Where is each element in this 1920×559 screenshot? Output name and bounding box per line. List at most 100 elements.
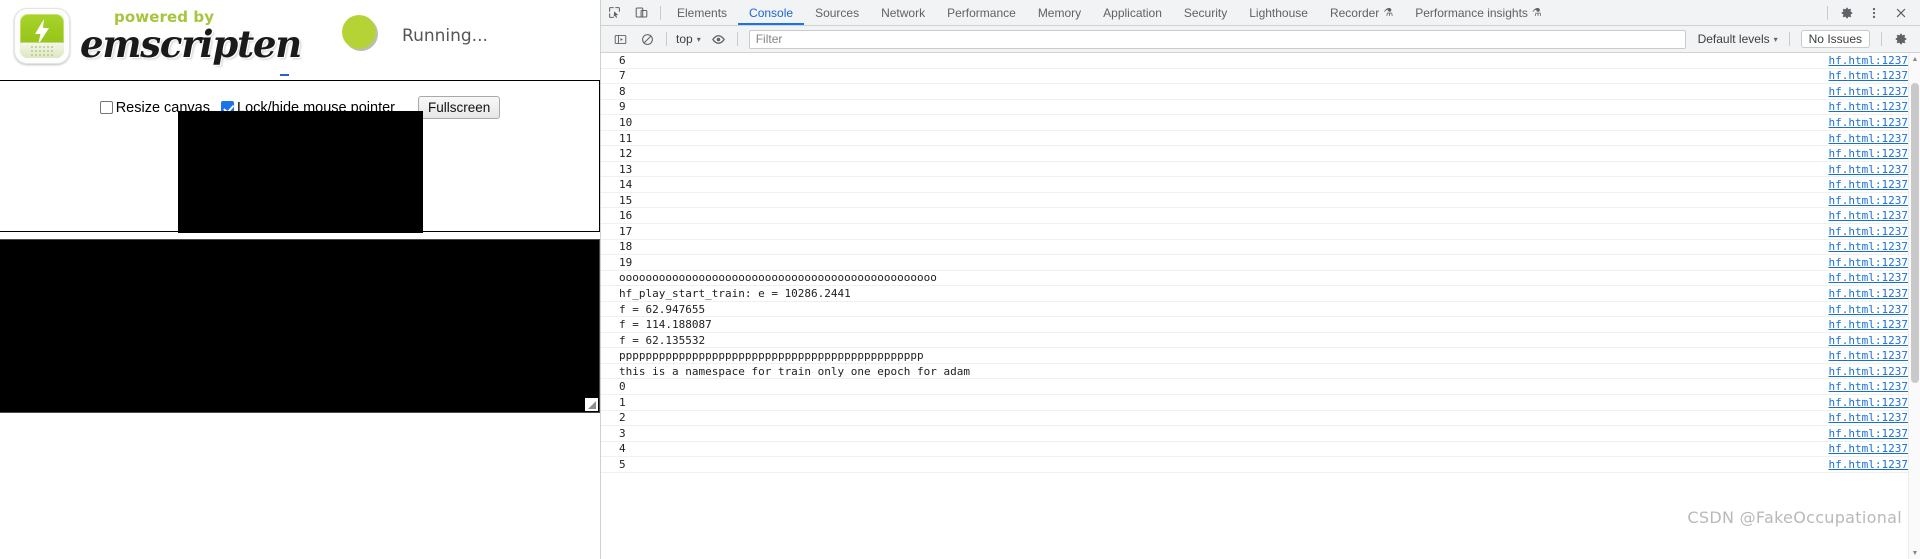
- console-row[interactable]: 15 hf.html:1237: [601, 193, 1920, 209]
- output-textarea[interactable]: [0, 239, 600, 413]
- console-row[interactable]: 0 hf.html:1237: [601, 379, 1920, 396]
- console-source-link[interactable]: hf.html:1237: [1829, 85, 1908, 98]
- emscripten-app-pane: powered by emscripten Running... Resize …: [0, 0, 601, 559]
- console-row[interactable]: f = 62.135532 hf.html:1237: [601, 333, 1920, 349]
- console-row[interactable]: 6 hf.html:1237: [601, 53, 1920, 69]
- console-source-link[interactable]: hf.html:1237: [1829, 442, 1908, 455]
- console-source-link[interactable]: hf.html:1237: [1829, 411, 1908, 424]
- logo-base: [20, 42, 64, 58]
- scroll-up-icon[interactable]: ▲: [1909, 53, 1920, 65]
- console-row[interactable]: 7 hf.html:1237: [601, 69, 1920, 85]
- console-source-link[interactable]: hf.html:1237: [1829, 147, 1908, 160]
- tab-elements[interactable]: Elements: [666, 0, 738, 25]
- gear-icon[interactable]: [1833, 6, 1860, 20]
- fullscreen-button[interactable]: Fullscreen: [418, 96, 501, 119]
- webgl-canvas[interactable]: [178, 111, 423, 233]
- console-row[interactable]: hf_play_start_train: e = 10286.2441 hf.ht…: [601, 286, 1920, 302]
- console-row[interactable]: 17 hf.html:1237: [601, 224, 1920, 240]
- console-source-link[interactable]: hf.html:1237: [1829, 396, 1908, 409]
- live-expression-icon[interactable]: [705, 32, 732, 47]
- console-row[interactable]: this is a namespace for train only one e…: [601, 364, 1920, 380]
- log-levels-selector[interactable]: Default levels ▾: [1692, 32, 1784, 46]
- console-source-link[interactable]: hf.html:1237: [1829, 334, 1908, 347]
- console-source-link[interactable]: hf.html:1237: [1829, 116, 1908, 129]
- kebab-menu-icon[interactable]: [1860, 6, 1887, 20]
- console-row[interactable]: f = 62.947655 hf.html:1237: [601, 302, 1920, 318]
- console-source-link[interactable]: hf.html:1237: [1829, 100, 1908, 113]
- issues-badge[interactable]: No Issues: [1800, 30, 1870, 48]
- close-icon[interactable]: [1887, 6, 1914, 20]
- console-row[interactable]: 12 hf.html:1237: [601, 146, 1920, 162]
- console-message-list[interactable]: 6 hf.html:1237 7 hf.html:1237 8 hf.html:1237 9…: [601, 53, 1920, 559]
- console-message-text: 18: [619, 240, 633, 254]
- console-row[interactable]: 18 hf.html:1237: [601, 240, 1920, 256]
- devtools-tab-list: Elements Console Sources Network Perform…: [666, 0, 1822, 25]
- device-toolbar-icon[interactable]: [628, 0, 655, 25]
- console-row[interactable]: f = 114.188087 hf.html:1237: [601, 317, 1920, 333]
- console-source-link[interactable]: hf.html:1237: [1829, 163, 1908, 176]
- console-message-text: 8: [619, 84, 626, 98]
- console-row[interactable]: 14 hf.html:1237: [601, 177, 1920, 193]
- console-row[interactable]: 13 hf.html:1237: [601, 162, 1920, 178]
- tab-application[interactable]: Application: [1092, 0, 1173, 25]
- clear-console-icon[interactable]: [634, 33, 661, 46]
- console-row[interactable]: 16 hf.html:1237: [601, 208, 1920, 225]
- console-row[interactable]: 3 hf.html:1237: [601, 426, 1920, 442]
- console-source-link[interactable]: hf.html:1237: [1829, 132, 1908, 145]
- console-source-link[interactable]: hf.html:1237: [1829, 225, 1908, 238]
- tab-network[interactable]: Network: [870, 0, 936, 25]
- console-source-link[interactable]: hf.html:1237: [1829, 69, 1908, 82]
- console-source-link[interactable]: hf.html:1237: [1829, 256, 1908, 269]
- console-row[interactable]: pppppppppppppppppppppppppppppppppppppppp…: [601, 348, 1920, 364]
- console-source-link[interactable]: hf.html:1237: [1829, 349, 1908, 362]
- tab-performance-insights[interactable]: Performance insights ⚗: [1404, 0, 1553, 25]
- console-source-link[interactable]: hf.html:1237: [1829, 271, 1908, 284]
- console-source-link[interactable]: hf.html:1237: [1829, 303, 1908, 316]
- console-row[interactable]: 1 hf.html:1237: [601, 395, 1920, 411]
- tab-performance[interactable]: Performance: [936, 0, 1027, 25]
- console-row[interactable]: 8 hf.html:1237: [601, 84, 1920, 100]
- toolbar-divider: [666, 32, 667, 46]
- console-row[interactable]: 5 hf.html:1237: [601, 457, 1920, 473]
- console-row[interactable]: 2 hf.html:1237: [601, 411, 1920, 427]
- tab-sources[interactable]: Sources: [804, 0, 870, 25]
- console-filter-bar: top ▾ Default levels ▾ No Issues: [601, 26, 1920, 53]
- tab-lighthouse[interactable]: Lighthouse: [1238, 0, 1319, 25]
- console-filter-input[interactable]: [748, 29, 1686, 49]
- tab-console[interactable]: Console: [738, 0, 805, 25]
- scroll-down-icon[interactable]: ▼: [1909, 547, 1920, 559]
- console-message-text: 4: [619, 442, 626, 456]
- resize-canvas-checkbox[interactable]: [99, 101, 113, 114]
- tab-security[interactable]: Security: [1173, 0, 1238, 25]
- tab-memory[interactable]: Memory: [1027, 0, 1092, 25]
- console-source-link[interactable]: hf.html:1237: [1829, 178, 1908, 191]
- console-source-link[interactable]: hf.html:1237: [1829, 365, 1908, 378]
- resize-grip[interactable]: [585, 398, 598, 411]
- tab-recorder[interactable]: Recorder ⚗: [1319, 0, 1404, 25]
- console-message-text: hf_play_start_train: e = 10286.2441: [619, 286, 851, 300]
- console-row[interactable]: 11 hf.html:1237: [601, 131, 1920, 147]
- console-source-link[interactable]: hf.html:1237: [1829, 209, 1908, 222]
- console-message-text: 7: [619, 69, 626, 83]
- console-row[interactable]: 4 hf.html:1237: [601, 442, 1920, 458]
- console-source-link[interactable]: hf.html:1237: [1829, 458, 1908, 471]
- console-source-link[interactable]: hf.html:1237: [1829, 427, 1908, 440]
- console-source-link[interactable]: hf.html:1237: [1829, 287, 1908, 300]
- console-row[interactable]: oooooooooooooooooooooooooooooooooooooooo…: [601, 271, 1920, 287]
- console-source-link[interactable]: hf.html:1237: [1829, 380, 1908, 393]
- console-row[interactable]: 9 hf.html:1237: [601, 100, 1920, 116]
- console-source-link[interactable]: hf.html:1237: [1829, 194, 1908, 207]
- toolbar-divider: [660, 5, 661, 20]
- inspect-element-icon[interactable]: [601, 0, 628, 25]
- console-row[interactable]: 10 hf.html:1237: [601, 115, 1920, 131]
- execution-context-selector[interactable]: top ▾: [672, 32, 705, 46]
- console-source-link[interactable]: hf.html:1237: [1829, 240, 1908, 253]
- console-sidebar-icon[interactable]: [607, 33, 634, 46]
- gear-icon[interactable]: [1887, 32, 1914, 46]
- console-source-link[interactable]: hf.html:1237: [1829, 54, 1908, 67]
- console-row[interactable]: 19 hf.html:1237: [601, 255, 1920, 271]
- scrollbar-thumb[interactable]: [1911, 83, 1919, 383]
- console-message-text: 12: [619, 147, 633, 161]
- console-scrollbar[interactable]: ▲ ▼: [1908, 53, 1920, 559]
- console-source-link[interactable]: hf.html:1237: [1829, 318, 1908, 331]
